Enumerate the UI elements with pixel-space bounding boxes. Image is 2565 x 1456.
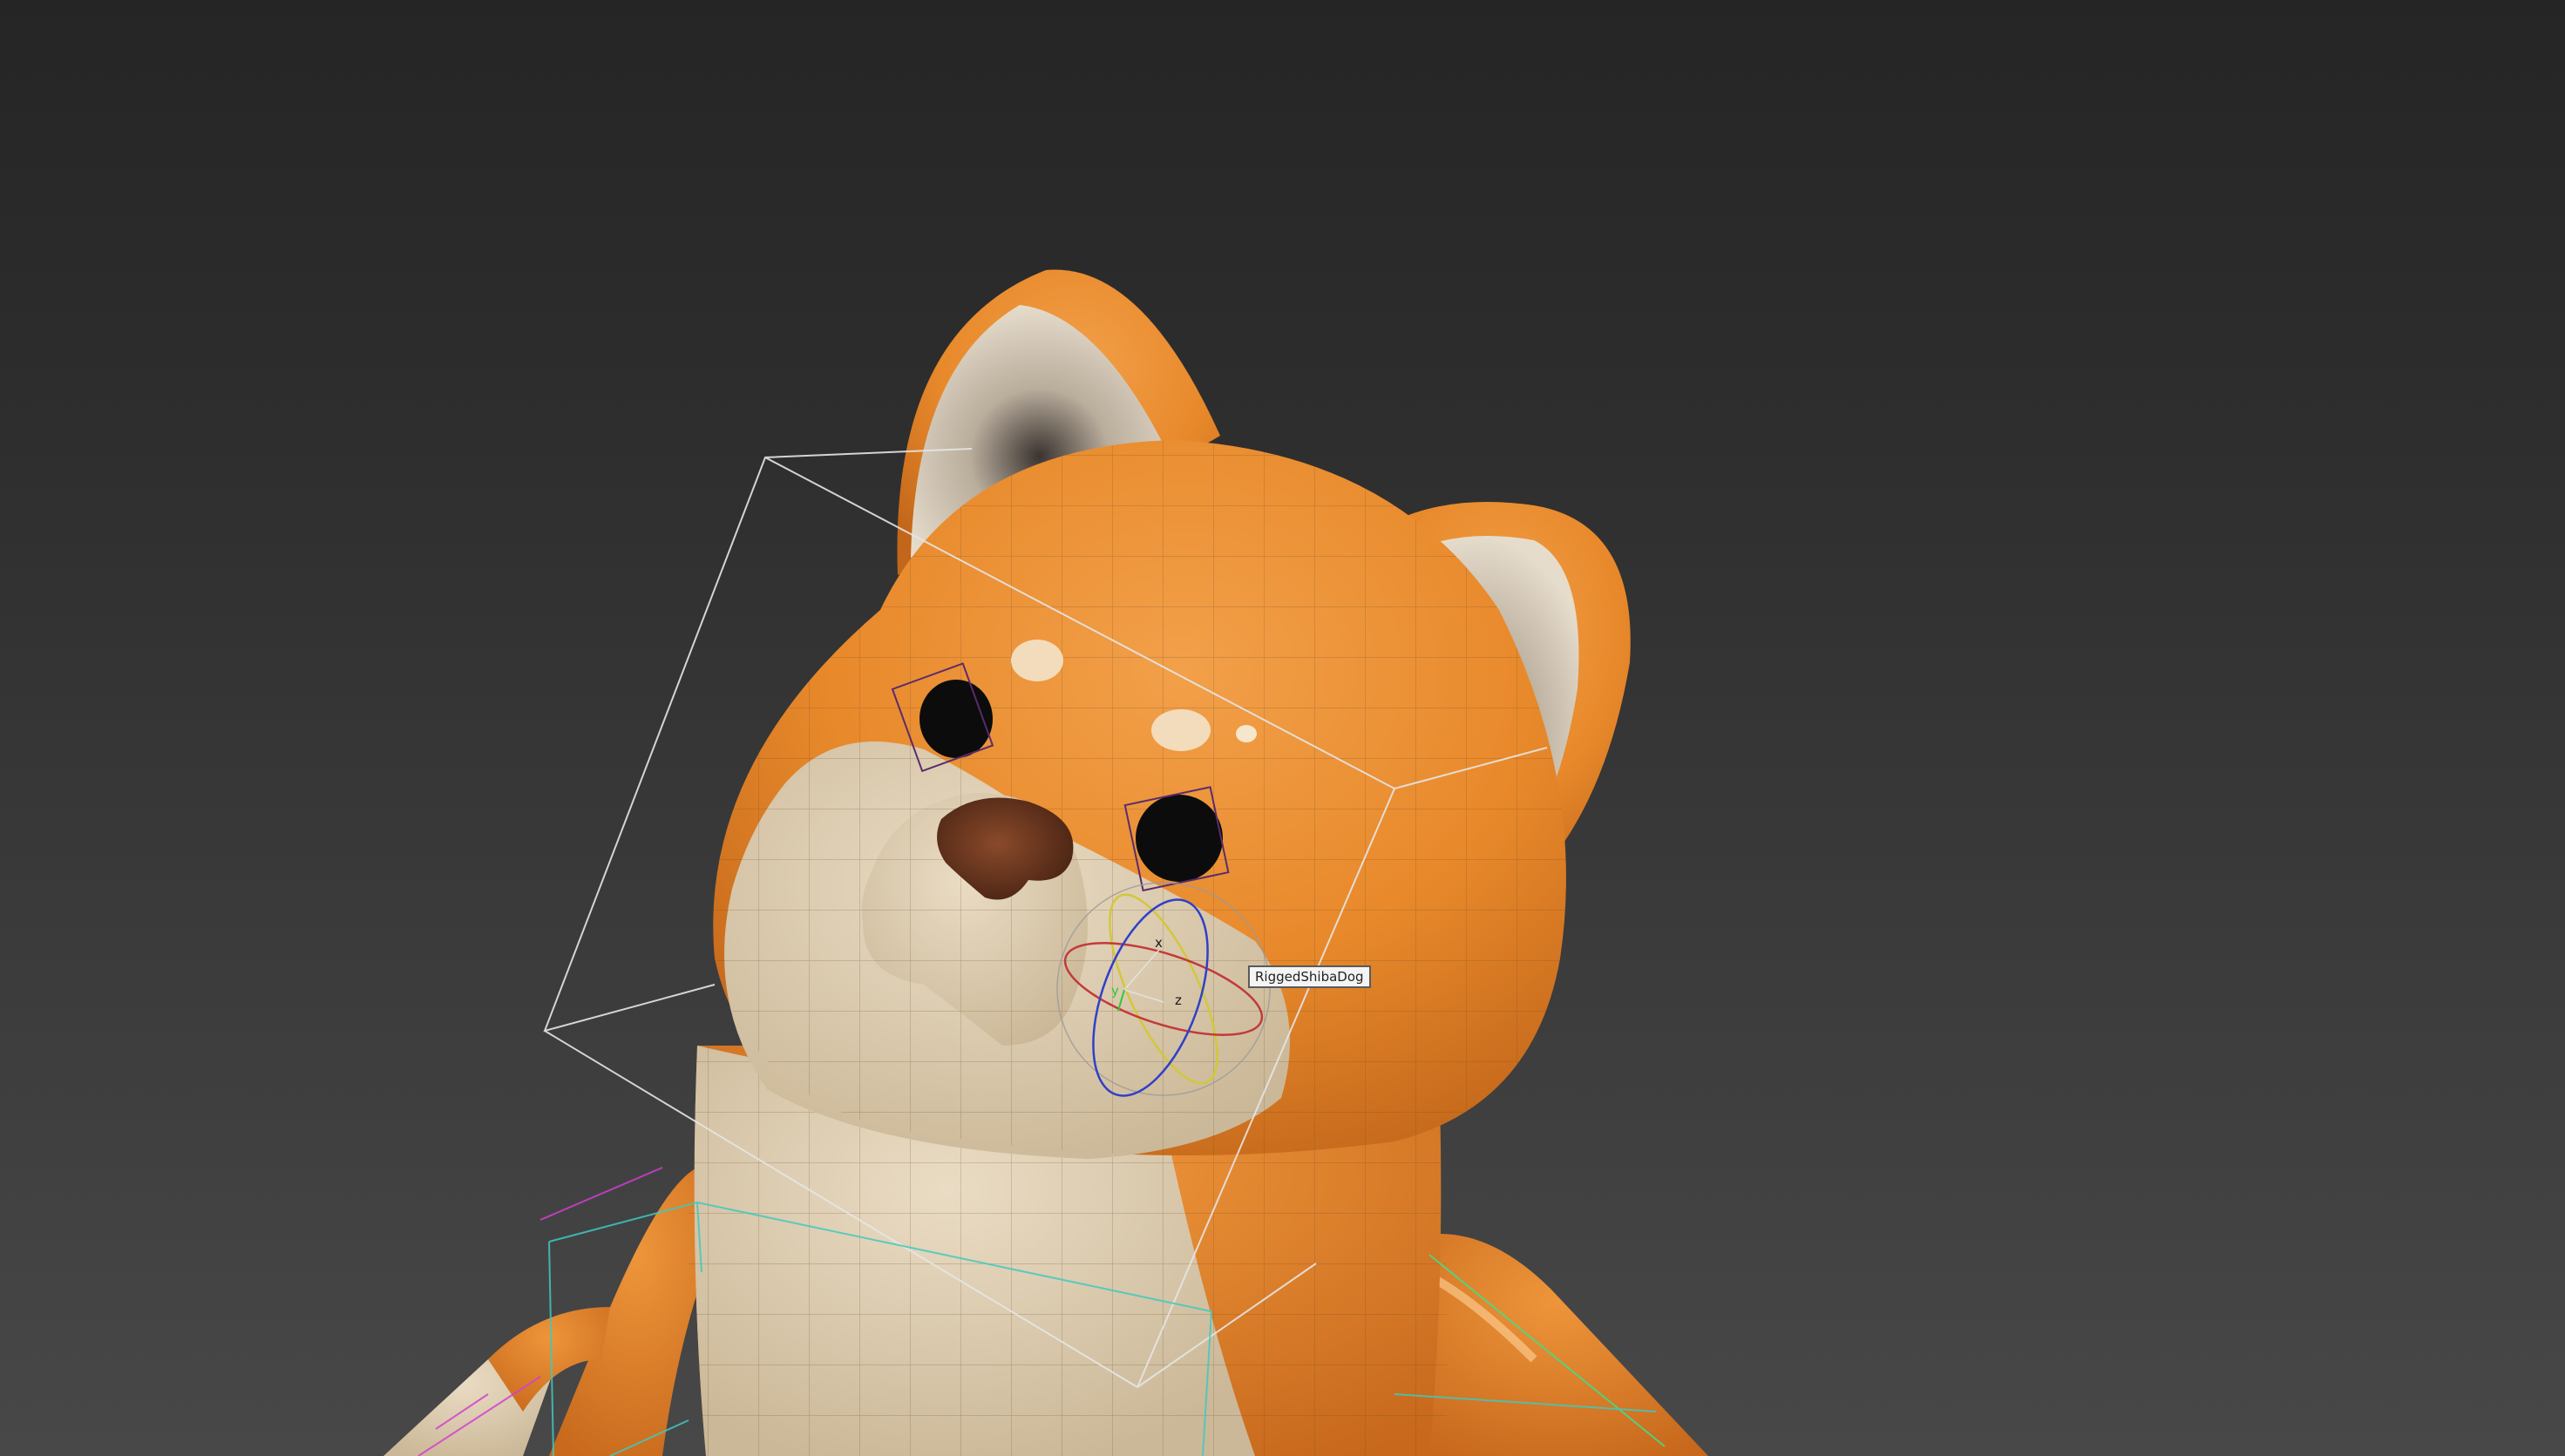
right-arm	[1406, 1234, 1708, 1456]
3d-viewport[interactable]: x y z RiggedShibaDog	[0, 0, 2565, 1456]
gizmo-x-label: x	[1155, 935, 1163, 951]
left-arm	[383, 1168, 723, 1456]
object-name-tooltip: RiggedShibaDog	[1248, 965, 1371, 988]
gizmo-y-label: y	[1111, 983, 1119, 999]
left-eyebrow-spot	[1011, 640, 1063, 681]
right-eye	[1123, 786, 1230, 892]
scene-canvas[interactable]: x y z	[0, 0, 2565, 1456]
right-eyebrow-spot	[1151, 709, 1211, 751]
head	[713, 440, 1566, 1159]
gizmo-z-label: z	[1175, 992, 1182, 1008]
